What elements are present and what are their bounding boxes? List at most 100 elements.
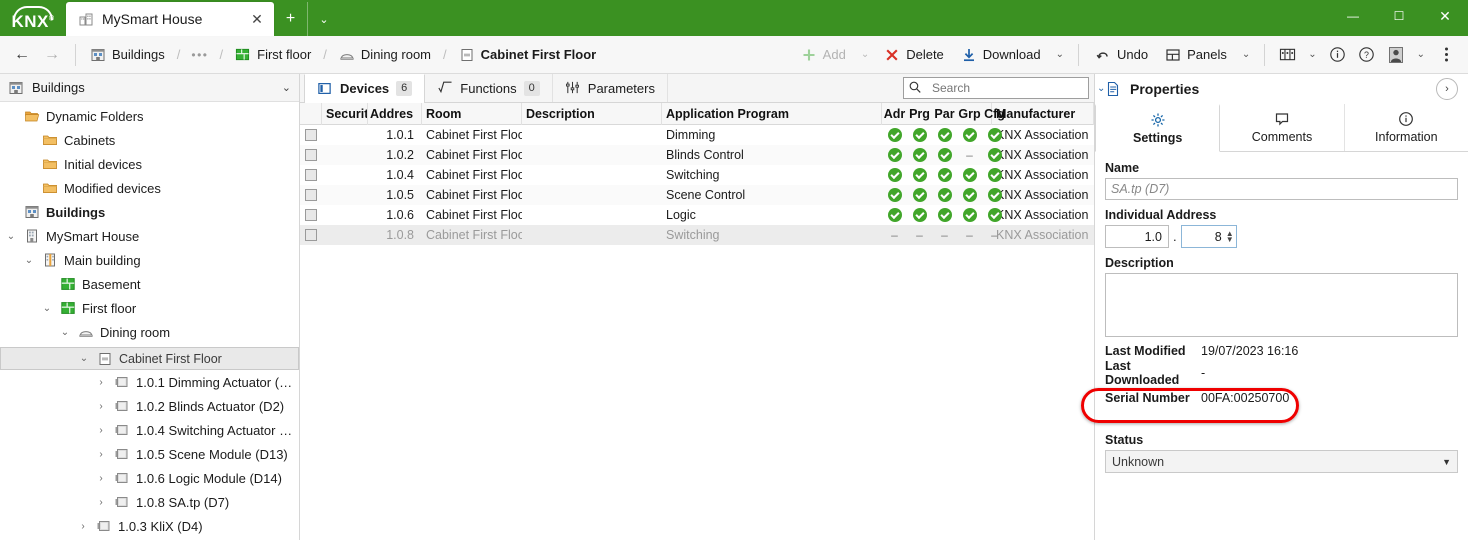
close-tab-icon[interactable]: ✕ (246, 8, 268, 30)
breadcrumb-first-floor[interactable]: First floor (230, 44, 316, 66)
sidebar-item-mysmart-house[interactable]: ⌄ MySmart House (0, 224, 299, 248)
collapse-arrow-icon[interactable]: ⌄ (58, 327, 72, 338)
tab-functions[interactable]: Functions 0 (425, 74, 553, 102)
breadcrumb-separator: / (443, 47, 447, 62)
more-vertical-icon[interactable] (1432, 42, 1460, 68)
close-window-button[interactable]: ✕ (1422, 0, 1468, 32)
row-device-icon (300, 209, 322, 221)
tab-settings[interactable]: Settings (1095, 104, 1221, 152)
expand-arrow-icon[interactable]: › (94, 449, 108, 460)
column-header-adr[interactable]: Adr (882, 103, 907, 125)
sidebar-item-buildings[interactable]: ›Buildings (0, 200, 299, 224)
expand-arrow-icon[interactable]: › (94, 377, 108, 388)
search-input[interactable] (930, 80, 1089, 96)
sidebar-item-cabinet-first-floor[interactable]: ⌄ Cabinet First Floor (0, 347, 299, 370)
breadcrumb-buildings[interactable]: Buildings (85, 44, 170, 66)
collapse-arrow-icon[interactable]: ⌄ (22, 255, 36, 266)
undo-label: Undo (1117, 47, 1149, 62)
sidebar-item-main-building[interactable]: ⌄ Main building (0, 248, 299, 272)
sidebar-item-1-0-2-blinds-actuator-d2[interactable]: › 1.0.2 Blinds Actuator (D2) (0, 394, 299, 418)
tab-information[interactable]: Information (1345, 104, 1468, 151)
table-row[interactable]: 1.0.5 Cabinet First Floor Scene Control … (300, 185, 1094, 205)
workspace-icon[interactable] (1273, 42, 1301, 68)
column-header-manufacturer[interactable]: Manufacturer (992, 102, 1094, 125)
tab-list-dropdown-icon[interactable]: ⌄ (307, 2, 340, 36)
address-device-stepper[interactable]: 8 ▲ ▼ (1180, 225, 1237, 248)
sidebar-item-basement[interactable]: ›Basement (0, 272, 299, 296)
sidebar-item-initial-devices[interactable]: ›Initial devices (0, 152, 299, 176)
collapse-properties-icon[interactable]: › (1436, 78, 1458, 100)
table-row[interactable]: 1.0.6 Cabinet First Floor Logic KNX Asso… (300, 205, 1094, 225)
expand-arrow-icon[interactable]: › (94, 401, 108, 412)
table-row[interactable]: 1.0.1 Cabinet First Floor Dimming KNX As… (300, 125, 1094, 145)
collapse-arrow-icon[interactable]: ⌄ (40, 303, 54, 314)
expand-arrow-icon[interactable]: › (94, 425, 108, 436)
description-field[interactable] (1105, 273, 1458, 337)
tab-devices[interactable]: Devices 6 (304, 74, 426, 103)
breadcrumb-cabinet-first-floor[interactable]: Cabinet First Floor (454, 44, 602, 66)
status-dropdown[interactable]: Unknown ▼ (1105, 450, 1458, 473)
spinner-icon[interactable]: ▲ ▼ (1226, 229, 1234, 243)
table-row[interactable]: 1.0.8 Cabinet First Floor Switching – – – –… (300, 225, 1094, 245)
sidebar-item-1-0-6-logic-module-d14[interactable]: › 1.0.6 Logic Module (D14) (0, 466, 299, 490)
workspace-dropdown-icon[interactable]: ⌄ (1302, 44, 1322, 65)
sidebar-item-1-0-4-switching-actuator-d7[interactable]: › 1.0.4 Switching Actuator (D7) (0, 418, 299, 442)
column-header-address[interactable]: Addres (368, 102, 422, 125)
panels-button[interactable]: Panels (1157, 43, 1235, 67)
help-icon[interactable]: ? (1353, 42, 1381, 68)
column-header-icon[interactable] (300, 102, 322, 125)
column-header-grp[interactable]: Grp (957, 103, 982, 125)
chevron-down-icon[interactable]: ⌄ (282, 81, 291, 94)
minimize-button[interactable]: — (1330, 0, 1376, 32)
sidebar-item-first-floor[interactable]: ⌄ First floor (0, 296, 299, 320)
collapse-arrow-icon[interactable]: ⌄ (77, 353, 91, 364)
tab-comments[interactable]: Comments (1220, 104, 1345, 151)
expand-arrow-icon[interactable]: › (76, 521, 90, 532)
table-row[interactable]: 1.0.2 Cabinet First Floor Blinds Control… (300, 145, 1094, 165)
status-ok-icon (937, 208, 952, 222)
expand-arrow-icon[interactable]: › (94, 473, 108, 484)
delete-button[interactable]: Delete (876, 43, 952, 67)
name-field[interactable]: SA.tp (D7) (1105, 178, 1458, 200)
back-button[interactable]: ← (8, 42, 36, 68)
expand-arrow-icon[interactable]: › (94, 497, 108, 508)
address-area-line-field[interactable]: 1.0 (1105, 225, 1169, 248)
forward-button[interactable]: → (38, 42, 66, 68)
sidebar-item-1-0-3-klix-d4[interactable]: › 1.0.3 KliX (D4) (0, 514, 299, 538)
sidebar-item-modified-devices[interactable]: ›Modified devices (0, 176, 299, 200)
collapse-arrow-icon[interactable]: ⌄ (4, 231, 18, 242)
new-tab-button[interactable]: + (274, 2, 307, 36)
status-ok-icon (987, 148, 1002, 162)
user-avatar-icon[interactable] (1382, 42, 1410, 68)
breadcrumb-overflow-icon[interactable]: ••• (187, 48, 212, 62)
breadcrumb-dining-room[interactable]: Dining room (334, 44, 436, 66)
column-header-par[interactable]: Par (932, 103, 957, 125)
add-dropdown-icon[interactable]: ⌄ (855, 44, 875, 65)
user-dropdown-icon[interactable]: ⌄ (1411, 44, 1431, 65)
tab-parameters[interactable]: Parameters (553, 74, 668, 102)
column-header-room[interactable]: Room (422, 102, 522, 125)
panels-dropdown-icon[interactable]: ⌄ (1236, 44, 1256, 65)
column-header-security[interactable]: Security (322, 102, 368, 125)
sidebar-item-cabinets[interactable]: ›Cabinets (0, 128, 299, 152)
table-row[interactable]: 1.0.4 Cabinet First Floor Switching KNX … (300, 165, 1094, 185)
sidebar-item-dining-room[interactable]: ⌄ Dining room (0, 320, 299, 344)
column-header-description[interactable]: Description (522, 102, 662, 125)
info-icon[interactable] (1324, 42, 1352, 68)
maximize-button[interactable]: ☐ (1376, 0, 1422, 32)
download-dropdown-icon[interactable]: ⌄ (1050, 44, 1070, 65)
sidebar-item-label: 1.0.4 Switching Actuator (D7) (136, 422, 293, 438)
document-tab-mysmart-house[interactable]: MySmart House ✕ (66, 2, 274, 36)
download-button[interactable]: Download (953, 43, 1049, 67)
add-button[interactable]: Add (793, 43, 854, 67)
status-ok-icon (962, 128, 977, 142)
column-header-application-program[interactable]: Application Program (662, 102, 882, 125)
search-box[interactable]: ⌄ (903, 77, 1105, 99)
sidebar-item-1-0-5-scene-module-d13[interactable]: › 1.0.5 Scene Module (D13) (0, 442, 299, 466)
sidebar-item-dynamic-folders[interactable]: ›Dynamic Folders (0, 104, 299, 128)
undo-button[interactable]: Undo (1087, 43, 1156, 67)
sidebar-item-1-0-8-sa-tp-d7[interactable]: › 1.0.8 SA.tp (D7) (0, 490, 299, 514)
application-program-cell: Switching (666, 168, 720, 182)
sidebar-item-1-0-1-dimming-actuator-d0[interactable]: › 1.0.1 Dimming Actuator (D0) (0, 370, 299, 394)
column-header-prg[interactable]: Prg (907, 103, 932, 125)
